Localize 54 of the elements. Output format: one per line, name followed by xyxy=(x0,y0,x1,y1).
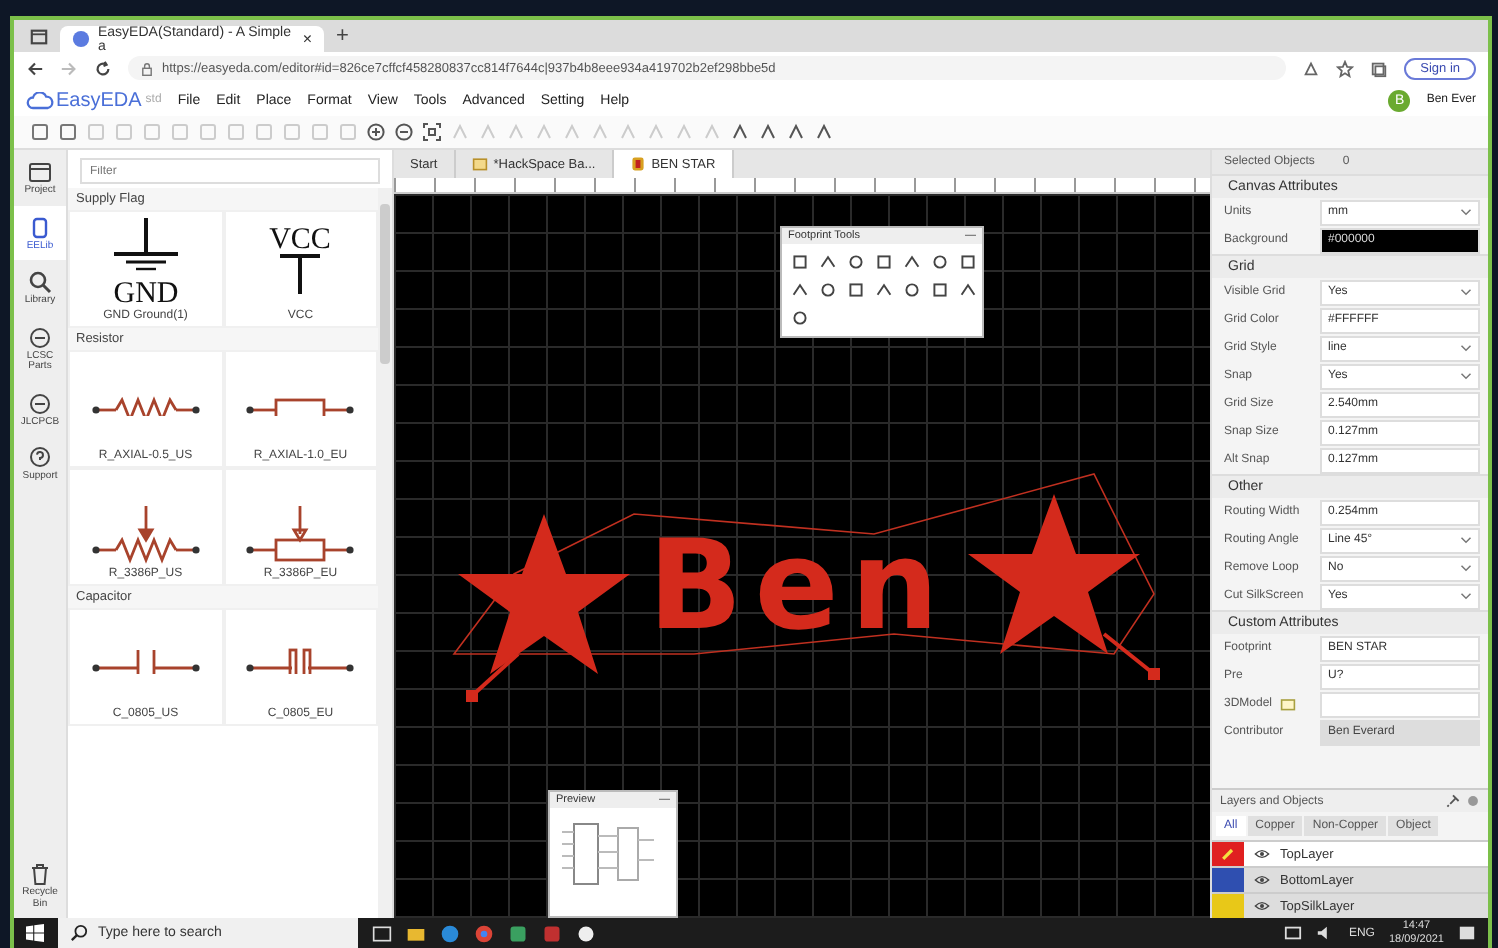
reload-icon[interactable] xyxy=(94,59,112,77)
caret-icon xyxy=(1460,288,1472,296)
eye-icon[interactable] xyxy=(1254,898,1270,914)
schematic-icon xyxy=(471,156,488,172)
new-tab-button[interactable]: + xyxy=(336,24,349,48)
layer-color-swatch[interactable] xyxy=(1212,894,1244,918)
folder-icon xyxy=(28,160,52,184)
zoom-out-icon[interactable] xyxy=(394,122,414,142)
task-view-icon[interactable] xyxy=(372,923,392,943)
zoom-in-icon[interactable] xyxy=(366,122,386,142)
fit-view-icon[interactable] xyxy=(422,122,442,142)
back-icon[interactable] xyxy=(26,59,44,77)
window-icon[interactable] xyxy=(30,27,48,45)
tool-button[interactable] xyxy=(956,250,980,274)
capacitor-symbol xyxy=(91,646,200,674)
capacitor-symbol xyxy=(246,646,355,674)
badge-icon xyxy=(28,391,52,415)
trash-icon xyxy=(28,862,52,886)
potentiometer-symbol xyxy=(91,502,200,564)
badge-icon xyxy=(28,325,52,349)
pin-icon[interactable] xyxy=(1446,794,1460,808)
pencil-icon xyxy=(1220,846,1236,862)
scrollbar[interactable] xyxy=(378,188,392,918)
eye-icon[interactable] xyxy=(1254,872,1270,888)
search-icon xyxy=(28,270,52,294)
start-button[interactable] xyxy=(26,924,44,942)
favorites-icon[interactable] xyxy=(1336,59,1355,77)
folder-icon[interactable] xyxy=(406,923,426,943)
caret-icon xyxy=(1460,592,1472,600)
caret-icon xyxy=(1460,372,1472,380)
pcb-text: Ben xyxy=(648,524,951,648)
footprint-icon xyxy=(629,156,646,172)
tool-button[interactable] xyxy=(872,250,896,274)
caret-icon xyxy=(1460,564,1472,572)
tool-button[interactable] xyxy=(844,278,868,302)
lock-icon xyxy=(140,61,154,75)
caret-icon xyxy=(1460,208,1472,216)
chip-icon xyxy=(28,215,52,239)
close-tab-button[interactable]: × xyxy=(302,30,312,48)
tool-button[interactable] xyxy=(788,250,812,274)
layer-color-swatch[interactable] xyxy=(1212,842,1244,866)
notification-icon[interactable] xyxy=(1458,924,1476,942)
layer-color-swatch[interactable] xyxy=(1212,868,1244,892)
eye-icon[interactable] xyxy=(1254,846,1270,862)
input-field[interactable] xyxy=(1320,691,1480,717)
site-icon xyxy=(72,30,90,48)
tool-button[interactable] xyxy=(928,278,952,302)
potentiometer-symbol xyxy=(246,502,355,564)
caret-icon xyxy=(1460,344,1472,352)
collections-icon[interactable] xyxy=(1370,59,1389,77)
search-icon xyxy=(70,924,88,942)
caret-icon xyxy=(1460,536,1472,544)
network-icon[interactable] xyxy=(1284,924,1303,942)
help-icon xyxy=(28,446,52,470)
